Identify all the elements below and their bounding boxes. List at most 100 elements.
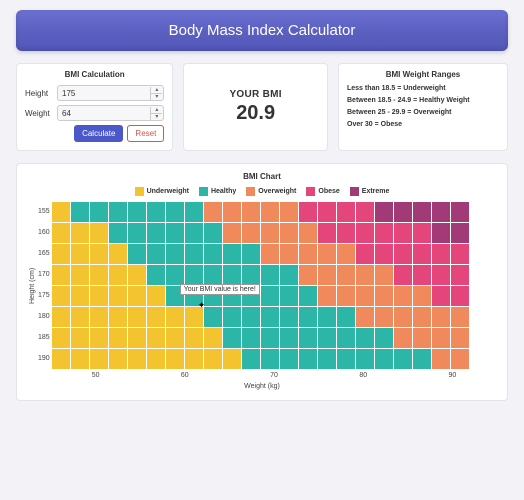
heatmap-cell [204,307,222,327]
swatch-icon [199,187,208,196]
chevron-down-icon[interactable]: ▾ [150,114,162,120]
calculate-button[interactable]: Calculate [74,125,123,142]
heatmap-cell [318,223,336,243]
heatmap-cell [223,307,241,327]
legend-item-extreme: Extreme [350,187,390,196]
heatmap-cell [166,307,184,327]
heatmap-cell [90,328,108,348]
heatmap-cell [166,328,184,348]
heatmap-cell [356,223,374,243]
weight-label: Weight [25,109,53,118]
heatmap-cell [394,244,412,264]
heatmap-cell [90,307,108,327]
height-stepper[interactable]: ▴▾ [150,87,162,99]
heatmap-cell [337,307,355,327]
heatmap-cell [90,349,108,369]
heatmap-cell [451,307,469,327]
heatmap-cell [356,286,374,306]
heatmap-cell [261,202,279,222]
heatmap-cell [413,202,431,222]
y-tick: 155 [38,202,50,222]
heatmap-cell [299,349,317,369]
heatmap-cell [432,244,450,264]
x-tick: 50 [51,372,140,379]
heatmap-cell [71,244,89,264]
heatmap-cell [147,223,165,243]
heatmap-cell [356,307,374,327]
heatmap-cell [280,265,298,285]
heatmap-cell [432,223,450,243]
heatmap-cell [242,202,260,222]
heatmap-cell [261,223,279,243]
x-axis-ticks: 5060708090 [51,372,497,379]
heatmap-cell [337,265,355,285]
heatmap-cell [394,286,412,306]
heatmap-cell [147,202,165,222]
heatmap-cell [451,265,469,285]
heatmap-cell [394,265,412,285]
heatmap-cell [242,307,260,327]
heatmap-cell [204,202,222,222]
heatmap-cell [71,349,89,369]
heatmap-cell [147,307,165,327]
card-title: BMI Weight Ranges [347,70,499,79]
heatmap-cell [204,328,222,348]
heatmap-cell [242,349,260,369]
chevron-up-icon[interactable]: ▴ [150,87,162,94]
bmi-calculation-card: BMI Calculation Height 175 ▴▾ Weight 64 … [16,63,173,151]
heatmap-cell [147,265,165,285]
reset-button[interactable]: Reset [127,125,164,142]
heatmap-cell [394,307,412,327]
heatmap-cell [413,328,431,348]
heatmap-cell [71,223,89,243]
heatmap-cell [299,223,317,243]
heatmap-cell [261,244,279,264]
swatch-icon [135,187,144,196]
heatmap-cell [147,286,165,306]
x-axis-label: Weight (kg) [27,383,497,390]
weight-stepper[interactable]: ▴▾ [150,107,162,119]
heatmap-cell [52,286,70,306]
range-line: Less than 18.5 = Underweight [347,85,499,92]
heatmap-cell [185,223,203,243]
heatmap-cell [52,202,70,222]
heatmap-cell [280,244,298,264]
weight-input[interactable]: 64 ▴▾ [57,105,164,121]
heatmap-cell [299,202,317,222]
heatmap-cell [52,244,70,264]
heatmap-cell [90,223,108,243]
heatmap-cell [71,265,89,285]
swatch-icon [246,187,255,196]
heatmap-cell [375,328,393,348]
bmi-chart-card: BMI Chart Underweight Healthy Overweight… [16,163,508,401]
heatmap-cell [185,328,203,348]
heatmap-cell [394,223,412,243]
heatmap-cell [451,202,469,222]
heatmap-cell [109,328,127,348]
x-tick: 70 [229,372,318,379]
heatmap-cell [413,244,431,264]
heatmap-cell [375,244,393,264]
heatmap-cell [52,328,70,348]
marker-icon: ✦ [198,300,206,311]
heatmap-cell [413,223,431,243]
bmi-ranges-card: BMI Weight Ranges Less than 18.5 = Under… [338,63,508,151]
chart-tooltip: Your BMI value is here! [180,284,260,295]
heatmap-cell [242,265,260,285]
range-line: Between 25 - 29.9 = Overweight [347,109,499,116]
heatmap-cell [52,265,70,285]
chevron-down-icon[interactable]: ▾ [150,94,162,100]
result-label: YOUR BMI [192,89,319,100]
height-input[interactable]: 175 ▴▾ [57,85,164,101]
heatmap-cell [52,349,70,369]
heatmap-cell [223,202,241,222]
chevron-up-icon[interactable]: ▴ [150,107,162,114]
heatmap-cell [128,244,146,264]
heatmap-cell [318,349,336,369]
y-axis-ticks: 155160165170175180185190 [38,202,52,369]
heatmap-cell [451,244,469,264]
heatmap-cell [299,265,317,285]
heatmap-cell [432,286,450,306]
heatmap-cell [90,202,108,222]
heatmap-cell [318,307,336,327]
